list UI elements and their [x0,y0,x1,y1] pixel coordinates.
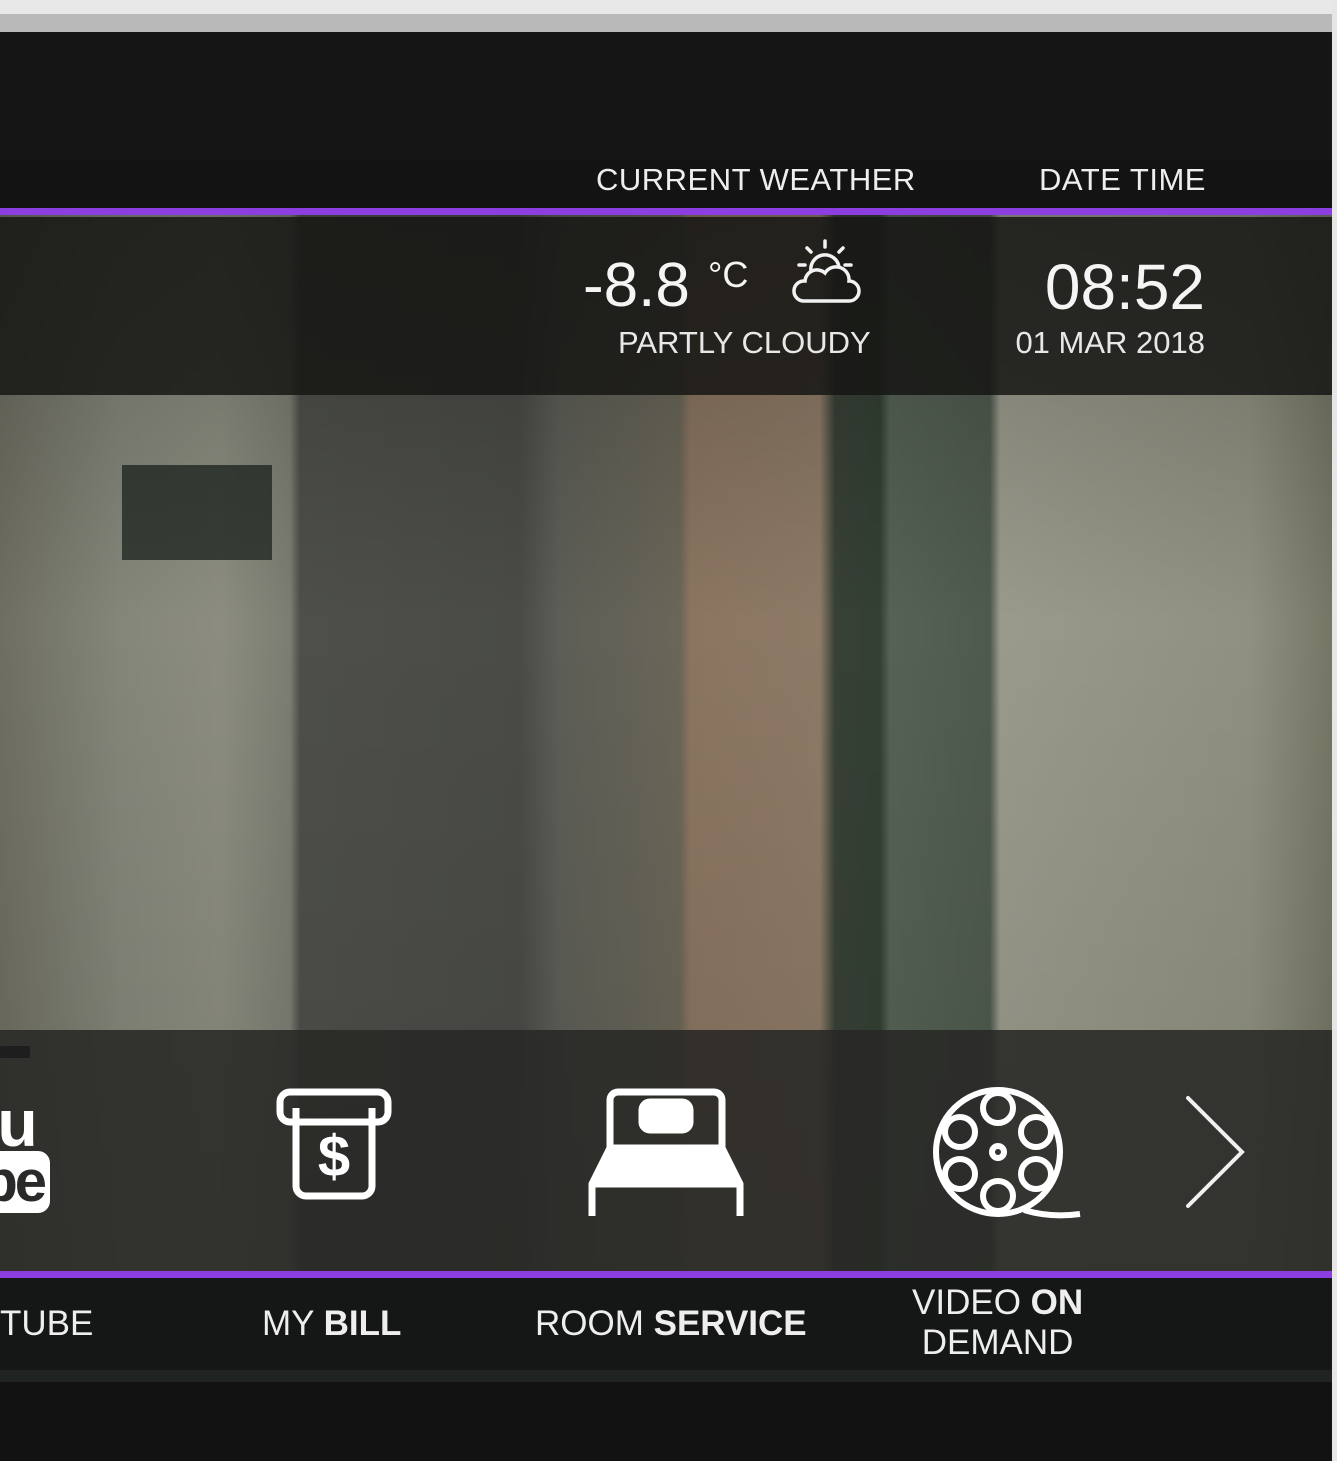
menu-accent-line [0,1271,1332,1278]
temperature: -8.8 [583,251,690,320]
film-reel-icon[interactable] [932,1086,1084,1220]
svg-text:$: $ [318,1124,350,1189]
vod-label-line1: VIDEO ON [912,1283,1083,1323]
header-accent-line [0,208,1332,215]
vod-label-line2: DEMAND [921,1323,1074,1362]
chevron-right-icon[interactable] [1180,1092,1250,1212]
room-service-label-bold: SERVICE [653,1304,807,1343]
bed-icon[interactable] [586,1088,746,1218]
vod-label-bold: ON [1030,1283,1084,1322]
partly-cloudy-icon [792,239,861,303]
vod-label-light: VIDEO [912,1283,1031,1322]
clock-time: 08:52 [1044,251,1205,323]
my-bill-label[interactable]: MY BILL [262,1304,401,1344]
clock-date: 01 MAR 2018 [1015,325,1205,360]
progress-remnant [0,1046,30,1058]
my-bill-label-light: MY [262,1304,324,1343]
my-bill-label-bold: BILL [323,1304,402,1343]
weather-label: CURRENT WEATHER [596,162,916,197]
youtube-logo[interactable]: ou be [0,1085,60,1220]
window-top-strip [0,0,1337,14]
temperature-unit: °C [708,254,749,295]
datetime-label: DATE TIME [1039,162,1206,197]
bill-icon[interactable]: $ [274,1086,394,1202]
weather-condition: PARTLY CLOUDY [618,325,871,360]
room-service-label-light: ROOM [535,1304,654,1343]
youtube-label[interactable]: TUBE [0,1304,93,1344]
room-service-label[interactable]: ROOM SERVICE [535,1304,807,1344]
menu-labels-bar-edge [0,1370,1332,1382]
youtube-logo-tube: be [0,1151,50,1213]
vod-label[interactable]: VIDEO ON DEMAND [912,1283,1083,1363]
screen-top-edge [0,14,1332,32]
window-right-strip [1332,0,1337,1461]
